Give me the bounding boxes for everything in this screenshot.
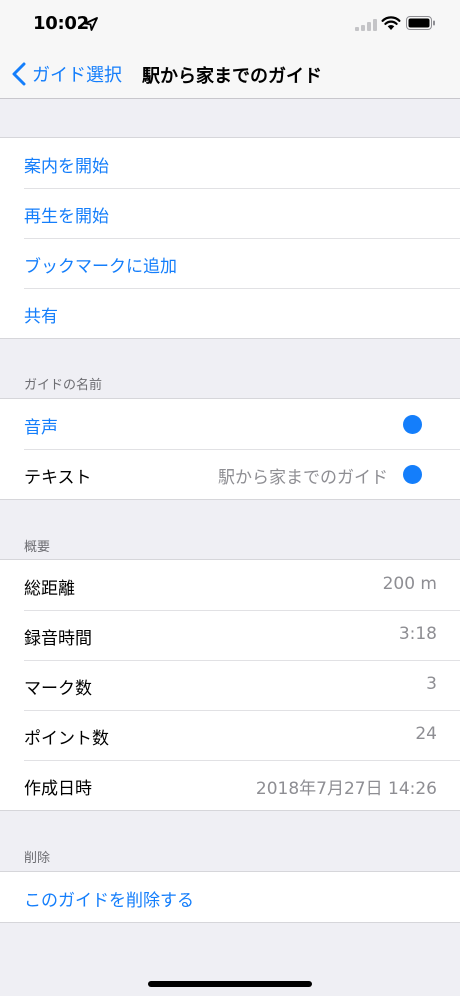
total-distance-label: 総距離 xyxy=(24,579,75,599)
share-row[interactable]: 共有 xyxy=(0,288,460,338)
created-date-value: 2018年7月27日 14:26 xyxy=(255,779,437,799)
summary-header: 概要 xyxy=(24,540,51,555)
voice-indicator-dot xyxy=(403,415,422,434)
mark-count-row: マーク数 3 xyxy=(0,660,460,710)
wifi-icon xyxy=(381,16,401,30)
voice-label: 音声 xyxy=(24,418,58,438)
text-label: テキスト xyxy=(24,468,92,488)
mark-count-value: 3 xyxy=(426,674,437,694)
location-arrow-icon xyxy=(84,17,98,31)
start-guidance-row[interactable]: 案内を開始 xyxy=(0,138,460,188)
guide-name-section: 音声 テキスト 駅から家までのガイド xyxy=(0,398,460,500)
total-distance-row: 総距離 200 m xyxy=(0,560,460,610)
add-bookmark-label: ブックマークに追加 xyxy=(24,257,177,277)
status-bar: 10:02 xyxy=(0,0,460,50)
point-count-row: ポイント数 24 xyxy=(0,710,460,760)
home-indicator[interactable] xyxy=(148,981,312,987)
recording-time-label: 録音時間 xyxy=(24,629,92,649)
delete-section: このガイドを削除する xyxy=(0,871,460,923)
text-value: 駅から家までのガイド xyxy=(218,468,388,488)
text-row[interactable]: テキスト 駅から家までのガイド xyxy=(0,449,460,499)
page-title: 駅から家までのガイド xyxy=(142,66,322,87)
point-count-label: ポイント数 xyxy=(24,729,109,749)
total-distance-value: 200 m xyxy=(382,574,437,594)
mark-count-label: マーク数 xyxy=(24,679,92,699)
delete-guide-row[interactable]: このガイドを削除する xyxy=(0,872,460,922)
back-label: ガイド選択 xyxy=(32,65,122,86)
battery-icon xyxy=(406,16,435,30)
text-indicator-dot xyxy=(403,465,422,484)
delete-header: 削除 xyxy=(24,851,51,866)
back-button[interactable]: ガイド選択 xyxy=(12,60,122,88)
guide-name-header: ガイドの名前 xyxy=(24,378,103,393)
signal-icon xyxy=(355,19,377,31)
start-playback-label: 再生を開始 xyxy=(24,207,109,227)
actions-section: 案内を開始 再生を開始 ブックマークに追加 共有 xyxy=(0,137,460,339)
start-playback-row[interactable]: 再生を開始 xyxy=(0,188,460,238)
add-bookmark-row[interactable]: ブックマークに追加 xyxy=(0,238,460,288)
share-label: 共有 xyxy=(24,307,58,327)
delete-guide-label: このガイドを削除する xyxy=(24,891,194,911)
created-date-row: 作成日時 2018年7月27日 14:26 xyxy=(0,760,460,810)
navigation-bar: ガイド選択 駅から家までのガイド xyxy=(0,50,460,99)
chevron-left-icon xyxy=(12,62,26,86)
status-time: 10:02 xyxy=(33,13,89,34)
recording-time-row: 録音時間 3:18 xyxy=(0,610,460,660)
created-date-label: 作成日時 xyxy=(24,779,92,799)
recording-time-value: 3:18 xyxy=(398,624,437,644)
point-count-value: 24 xyxy=(415,724,437,744)
start-guidance-label: 案内を開始 xyxy=(24,157,109,177)
voice-row[interactable]: 音声 xyxy=(0,399,460,449)
summary-section: 総距離 200 m 録音時間 3:18 マーク数 3 ポイント数 24 作成日時… xyxy=(0,559,460,811)
